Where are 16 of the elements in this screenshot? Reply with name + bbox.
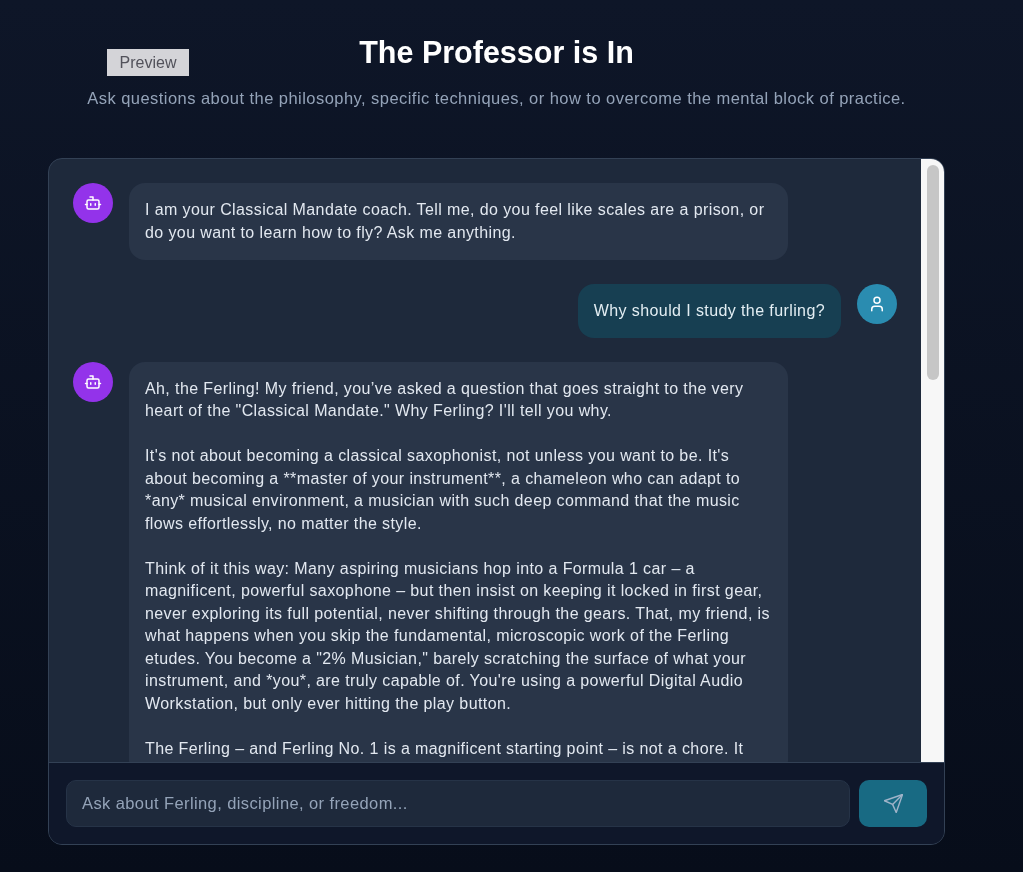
robot-icon [73,183,113,223]
page-title: The Professor is In [359,35,634,69]
user-icon [857,284,897,324]
message-text: I am your Classical Mandate coach. Tell me, do you feel like scales are a prison, or do you want to learn how to fly? Ask me anything. [145,200,766,243]
send-icon [883,794,903,813]
message-text: It's not about becoming a classical saxophonist, not unless you want to be. It's about becoming a **master of your instrument**, a chameleon who can adapt to *any* musical environment, a musician with such deep command that the music flows effortlessly, no matter the style. [145,446,742,534]
message-text: The Ferling – and Ferling No. 1 is a magnificent starting point – is not a chore. It [145,738,745,759]
message-text: Ah, the Ferling! My friend, you’ve asked a question that goes straight to the very heart of the "Classical Mandate." Why Ferling? I'll tell you why. [145,378,745,421]
send-button[interactable] [859,780,927,827]
page-subtitle: Ask questions about the philosophy, specific techniques, or how to overcome the mental block of practice. [87,88,906,109]
message-text: Why should I study the furling? [593,301,825,321]
message-text: Think of it this way: Many aspiring musicians hop into a Formula 1 car – a magnificent, powerful saxophone – but then insist on keeping it locked in first gear, never exploring its full potential, never shifting through the gears. That, my friend, is what happens when you skip the fundamental, microscopic work of the Ferling etudes. You become a "2% Musician," barely scratching the surface of what your instrument, and *you*, are truly capable of. You're using a powerful Digital Audio Workstation, but only ever hitting the play button. [145,558,771,714]
scrollbar-thumb[interactable] [926,165,939,380]
preview-badge: Preview [107,49,189,76]
message-input[interactable]: Ask about Ferling, discipline, or freedom... [66,780,850,827]
robot-icon [73,361,113,402]
